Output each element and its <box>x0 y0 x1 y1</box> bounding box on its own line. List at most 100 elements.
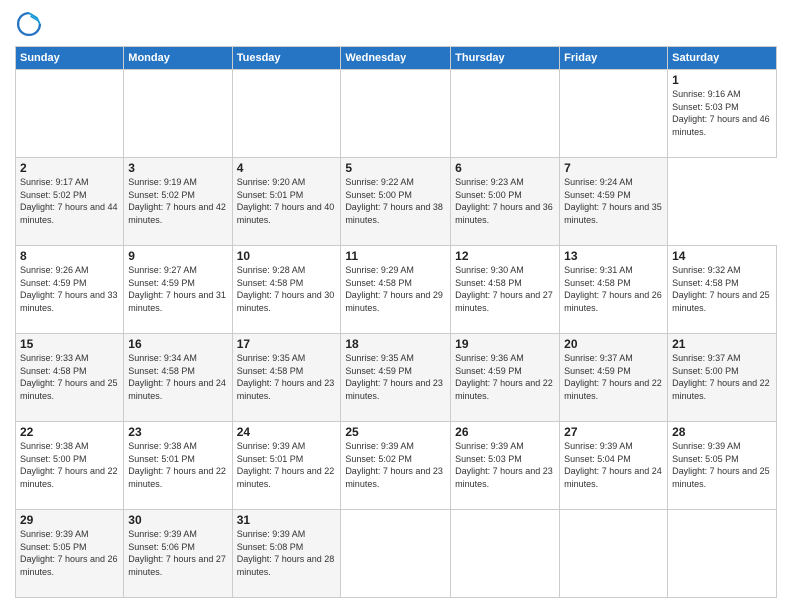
calendar-week-1: 2Sunrise: 9:17 AMSunset: 5:02 PMDaylight… <box>16 158 777 246</box>
day-number: 6 <box>455 161 555 175</box>
day-info: Sunrise: 9:39 AMSunset: 5:05 PMDaylight:… <box>20 528 119 578</box>
day-number: 3 <box>128 161 227 175</box>
calendar-cell: 8Sunrise: 9:26 AMSunset: 4:59 PMDaylight… <box>16 246 124 334</box>
day-number: 24 <box>237 425 337 439</box>
day-info: Sunrise: 9:39 AMSunset: 5:08 PMDaylight:… <box>237 528 337 578</box>
day-info: Sunrise: 9:34 AMSunset: 4:58 PMDaylight:… <box>128 352 227 402</box>
day-info: Sunrise: 9:29 AMSunset: 4:58 PMDaylight:… <box>345 264 446 314</box>
calendar-cell: 3Sunrise: 9:19 AMSunset: 5:02 PMDaylight… <box>124 158 232 246</box>
calendar-table: Sunday Monday Tuesday Wednesday Thursday… <box>15 46 777 598</box>
day-info: Sunrise: 9:23 AMSunset: 5:00 PMDaylight:… <box>455 176 555 226</box>
day-number: 29 <box>20 513 119 527</box>
day-number: 20 <box>564 337 663 351</box>
day-number: 5 <box>345 161 446 175</box>
day-info: Sunrise: 9:37 AMSunset: 4:59 PMDaylight:… <box>564 352 663 402</box>
day-info: Sunrise: 9:32 AMSunset: 4:58 PMDaylight:… <box>672 264 772 314</box>
col-friday: Friday <box>560 47 668 70</box>
day-number: 2 <box>20 161 119 175</box>
calendar-week-0: 1Sunrise: 9:16 AMSunset: 5:03 PMDaylight… <box>16 70 777 158</box>
calendar-cell <box>341 70 451 158</box>
day-info: Sunrise: 9:38 AMSunset: 5:00 PMDaylight:… <box>20 440 119 490</box>
calendar-cell: 25Sunrise: 9:39 AMSunset: 5:02 PMDayligh… <box>341 422 451 510</box>
day-info: Sunrise: 9:17 AMSunset: 5:02 PMDaylight:… <box>20 176 119 226</box>
calendar-cell: 16Sunrise: 9:34 AMSunset: 4:58 PMDayligh… <box>124 334 232 422</box>
day-info: Sunrise: 9:24 AMSunset: 4:59 PMDaylight:… <box>564 176 663 226</box>
day-info: Sunrise: 9:27 AMSunset: 4:59 PMDaylight:… <box>128 264 227 314</box>
day-info: Sunrise: 9:28 AMSunset: 4:58 PMDaylight:… <box>237 264 337 314</box>
calendar-cell: 9Sunrise: 9:27 AMSunset: 4:59 PMDaylight… <box>124 246 232 334</box>
day-info: Sunrise: 9:39 AMSunset: 5:04 PMDaylight:… <box>564 440 663 490</box>
day-number: 17 <box>237 337 337 351</box>
col-wednesday: Wednesday <box>341 47 451 70</box>
day-info: Sunrise: 9:39 AMSunset: 5:03 PMDaylight:… <box>455 440 555 490</box>
day-number: 23 <box>128 425 227 439</box>
calendar-cell: 4Sunrise: 9:20 AMSunset: 5:01 PMDaylight… <box>232 158 341 246</box>
day-number: 25 <box>345 425 446 439</box>
day-info: Sunrise: 9:39 AMSunset: 5:05 PMDaylight:… <box>672 440 772 490</box>
logo-icon <box>15 10 43 38</box>
calendar-cell: 13Sunrise: 9:31 AMSunset: 4:58 PMDayligh… <box>560 246 668 334</box>
day-info: Sunrise: 9:19 AMSunset: 5:02 PMDaylight:… <box>128 176 227 226</box>
calendar-cell <box>341 510 451 598</box>
day-number: 19 <box>455 337 555 351</box>
col-tuesday: Tuesday <box>232 47 341 70</box>
day-number: 18 <box>345 337 446 351</box>
calendar-cell: 6Sunrise: 9:23 AMSunset: 5:00 PMDaylight… <box>451 158 560 246</box>
col-monday: Monday <box>124 47 232 70</box>
col-sunday: Sunday <box>16 47 124 70</box>
calendar-cell: 31Sunrise: 9:39 AMSunset: 5:08 PMDayligh… <box>232 510 341 598</box>
day-number: 30 <box>128 513 227 527</box>
calendar-cell: 19Sunrise: 9:36 AMSunset: 4:59 PMDayligh… <box>451 334 560 422</box>
calendar-cell <box>124 70 232 158</box>
calendar-cell <box>560 70 668 158</box>
calendar-cell <box>232 70 341 158</box>
header-row: Sunday Monday Tuesday Wednesday Thursday… <box>16 47 777 70</box>
day-number: 15 <box>20 337 119 351</box>
day-info: Sunrise: 9:30 AMSunset: 4:58 PMDaylight:… <box>455 264 555 314</box>
logo <box>15 10 47 38</box>
day-number: 28 <box>672 425 772 439</box>
calendar-page: Sunday Monday Tuesday Wednesday Thursday… <box>0 0 792 612</box>
col-saturday: Saturday <box>668 47 777 70</box>
calendar-cell: 21Sunrise: 9:37 AMSunset: 5:00 PMDayligh… <box>668 334 777 422</box>
calendar-cell <box>16 70 124 158</box>
day-info: Sunrise: 9:35 AMSunset: 4:59 PMDaylight:… <box>345 352 446 402</box>
day-number: 22 <box>20 425 119 439</box>
calendar-cell: 22Sunrise: 9:38 AMSunset: 5:00 PMDayligh… <box>16 422 124 510</box>
day-number: 1 <box>672 73 772 87</box>
day-number: 12 <box>455 249 555 263</box>
day-number: 16 <box>128 337 227 351</box>
calendar-cell: 18Sunrise: 9:35 AMSunset: 4:59 PMDayligh… <box>341 334 451 422</box>
calendar-cell: 29Sunrise: 9:39 AMSunset: 5:05 PMDayligh… <box>16 510 124 598</box>
calendar-cell: 10Sunrise: 9:28 AMSunset: 4:58 PMDayligh… <box>232 246 341 334</box>
day-number: 4 <box>237 161 337 175</box>
header <box>15 10 777 38</box>
day-number: 9 <box>128 249 227 263</box>
day-info: Sunrise: 9:38 AMSunset: 5:01 PMDaylight:… <box>128 440 227 490</box>
calendar-cell: 30Sunrise: 9:39 AMSunset: 5:06 PMDayligh… <box>124 510 232 598</box>
day-info: Sunrise: 9:39 AMSunset: 5:06 PMDaylight:… <box>128 528 227 578</box>
calendar-cell: 14Sunrise: 9:32 AMSunset: 4:58 PMDayligh… <box>668 246 777 334</box>
calendar-cell: 1Sunrise: 9:16 AMSunset: 5:03 PMDaylight… <box>668 70 777 158</box>
day-info: Sunrise: 9:22 AMSunset: 5:00 PMDaylight:… <box>345 176 446 226</box>
day-info: Sunrise: 9:31 AMSunset: 4:58 PMDaylight:… <box>564 264 663 314</box>
calendar-cell <box>668 510 777 598</box>
calendar-cell: 17Sunrise: 9:35 AMSunset: 4:58 PMDayligh… <box>232 334 341 422</box>
calendar-cell: 20Sunrise: 9:37 AMSunset: 4:59 PMDayligh… <box>560 334 668 422</box>
day-info: Sunrise: 9:33 AMSunset: 4:58 PMDaylight:… <box>20 352 119 402</box>
day-number: 26 <box>455 425 555 439</box>
calendar-cell <box>560 510 668 598</box>
day-info: Sunrise: 9:16 AMSunset: 5:03 PMDaylight:… <box>672 88 772 138</box>
calendar-cell <box>451 70 560 158</box>
day-number: 27 <box>564 425 663 439</box>
calendar-cell: 27Sunrise: 9:39 AMSunset: 5:04 PMDayligh… <box>560 422 668 510</box>
calendar-cell: 24Sunrise: 9:39 AMSunset: 5:01 PMDayligh… <box>232 422 341 510</box>
day-info: Sunrise: 9:36 AMSunset: 4:59 PMDaylight:… <box>455 352 555 402</box>
calendar-cell: 15Sunrise: 9:33 AMSunset: 4:58 PMDayligh… <box>16 334 124 422</box>
day-number: 11 <box>345 249 446 263</box>
calendar-cell: 23Sunrise: 9:38 AMSunset: 5:01 PMDayligh… <box>124 422 232 510</box>
calendar-week-5: 29Sunrise: 9:39 AMSunset: 5:05 PMDayligh… <box>16 510 777 598</box>
calendar-cell: 2Sunrise: 9:17 AMSunset: 5:02 PMDaylight… <box>16 158 124 246</box>
calendar-cell: 28Sunrise: 9:39 AMSunset: 5:05 PMDayligh… <box>668 422 777 510</box>
calendar-cell: 26Sunrise: 9:39 AMSunset: 5:03 PMDayligh… <box>451 422 560 510</box>
